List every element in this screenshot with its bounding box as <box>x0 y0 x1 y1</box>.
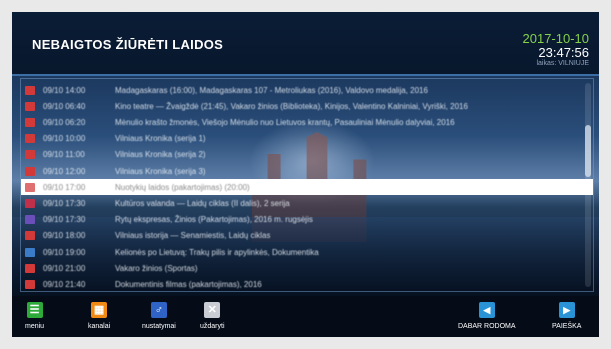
list-item[interactable]: 09/10 17:30 Rytų ekspresas, Žinios (Pakar… <box>21 212 581 228</box>
meniu-button[interactable]: ☰ meniu <box>25 302 44 330</box>
recording-time: 09/10 17:30 <box>43 198 86 208</box>
channel-logo-icon <box>25 166 35 176</box>
now-showing-button[interactable]: ◀ DABAR RODOMA <box>458 302 516 330</box>
recording-title: Madagaskaras (16:00), Madagaskaras 107 -… <box>115 85 428 95</box>
menu-icon: ☰ <box>26 302 43 318</box>
clock-date: 2017-10-10 <box>522 31 590 46</box>
recording-time: 09/10 11:00 <box>43 150 85 160</box>
recording-title: Kelionės po Lietuvą: Trakų pilis ir apyl… <box>115 247 319 257</box>
recording-time: 09/10 06:20 <box>43 117 86 127</box>
timezone-label: laikas: VILNIUJE <box>536 60 589 67</box>
channel-logo-icon <box>25 182 35 192</box>
channel-logo-icon <box>25 263 35 273</box>
channel-logo-icon <box>25 198 35 208</box>
page-title: NEBAIGTOS ŽIŪRĖTI LAIDOS <box>32 37 224 52</box>
list-item-selected[interactable]: 09/10 17:00 Nuotykių laidos (pakartojimas… <box>21 179 593 196</box>
list-item[interactable]: 09/10 21:40 Dokumentinis filmas (pakartoj… <box>21 276 581 291</box>
channel-logo-icon <box>25 85 35 95</box>
recording-title: Dokumentinis filmas (pakartojimas), 2016 <box>115 279 262 289</box>
close-icon: ✕ <box>204 302 221 318</box>
channel-logo-icon <box>25 117 35 127</box>
list-item[interactable]: 09/10 12:00 Vilniaus Kronika (serija 3) <box>21 163 581 179</box>
channel-logo-icon <box>25 215 35 225</box>
recording-title: Kultūros valanda — Laidų ciklas (II dali… <box>115 198 290 208</box>
channel-logo-icon <box>25 279 35 289</box>
recording-title: Rytų ekspresas, Žinios (Pakartojimas), 2… <box>115 215 313 225</box>
kanalai-button[interactable]: ▦ kanalai <box>88 302 110 330</box>
footer-button-label: PAIEŠKA <box>552 323 582 330</box>
recording-time: 09/10 06:40 <box>43 101 86 111</box>
recording-title: Vilniaus Kronika (serija 2) <box>115 150 206 160</box>
recording-title: Kino teatre — Žvaigždė (21:45), Vakaro ž… <box>115 101 468 111</box>
recording-time: 09/10 21:40 <box>43 279 86 289</box>
channel-logo-icon <box>25 247 35 257</box>
nustatymai-button[interactable]: ♂ nustatymai <box>142 302 176 330</box>
list-item[interactable]: 09/10 14:00 Madagaskaras (16:00), Madagas… <box>21 82 581 98</box>
recording-time: 09/10 19:00 <box>43 247 86 257</box>
list-item[interactable]: 09/10 11:00 Vilniaus Kronika (serija 2) <box>21 147 581 163</box>
recording-time: 09/10 14:00 <box>43 85 86 95</box>
footer-button-label: kanalai <box>88 323 111 330</box>
list-item[interactable]: 09/10 06:20 Mėnulio krašto žmonės, Viešoj… <box>21 114 581 130</box>
list-item[interactable]: 09/10 19:00 Kelionės po Lietuvą: Trakų pi… <box>21 244 581 260</box>
recording-title: Vilniaus Kronika (serija 1) <box>115 134 206 144</box>
footer-button-label: meniu <box>25 323 45 330</box>
list-item[interactable]: 09/10 17:30 Kultūros valanda — Laidų cikl… <box>21 195 581 211</box>
recording-time: 09/10 18:00 <box>43 231 86 241</box>
channels-grid-icon: ▦ <box>91 302 108 318</box>
scrollbar-thumb[interactable] <box>585 125 591 177</box>
channel-logo-icon <box>25 101 35 111</box>
recording-time: 09/10 12:00 <box>43 166 86 176</box>
channel-logo-icon <box>25 150 35 160</box>
recording-title: Vilniaus istorija — Senamiestis, Laidų c… <box>115 231 271 241</box>
recording-time: 09/10 17:30 <box>43 215 86 225</box>
list-item[interactable]: 09/10 18:00 Vilniaus istorija — Senamiest… <box>21 228 581 244</box>
footer-button-label: uždaryti <box>200 323 225 330</box>
list-item[interactable]: 09/10 10:00 Vilniaus Kronika (serija 1) <box>21 131 581 147</box>
recording-time: 09/10 21:00 <box>43 263 86 273</box>
arrow-left-icon: ◀ <box>478 302 495 318</box>
footer-button-label: DABAR RODOMA <box>458 323 516 330</box>
uždaryti-button[interactable]: ✕ uždaryti <box>200 302 225 330</box>
recording-title: Nuotykių laidos (pakartojimas) (20:00) <box>115 182 250 192</box>
recording-time: 09/10 17:00 <box>43 182 86 192</box>
header-bar: NEBAIGTOS ŽIŪRĖTI LAIDOS 2017-10-10 23:4… <box>12 12 599 76</box>
list-item[interactable]: 09/10 06:40 Kino teatre — Žvaigždė (21:45… <box>21 98 581 114</box>
list-item[interactable]: 09/10 21:00 Vakaro žinios (Sportas) <box>21 260 581 276</box>
channel-logo-icon <box>25 134 35 144</box>
recordings-list: 09/10 14:00 Madagaskaras (16:00), Madagas… <box>20 78 594 292</box>
recording-time: 09/10 10:00 <box>43 134 86 144</box>
clock-time: 23:47:56 <box>538 45 589 60</box>
channel-logo-icon <box>25 231 35 241</box>
arrow-right-icon: ▶ <box>558 302 575 318</box>
settings-icon: ♂ <box>150 302 167 318</box>
footer-button-label: nustatymai <box>142 323 176 330</box>
recording-title: Vakaro žinios (Sportas) <box>115 263 198 273</box>
recording-title: Mėnulio krašto žmonės, Viešojo Mėnulio n… <box>115 117 455 127</box>
tv-screen: NEBAIGTOS ŽIŪRĖTI LAIDOS 2017-10-10 23:4… <box>12 12 599 337</box>
footer-bar: ☰ meniu ▦ kanalai ♂ nustatymai ✕ uždaryti ◀ DABAR… <box>12 296 599 337</box>
search-button[interactable]: ▶ PAIEŠKA <box>552 302 581 330</box>
recording-title: Vilniaus Kronika (serija 3) <box>115 166 206 176</box>
